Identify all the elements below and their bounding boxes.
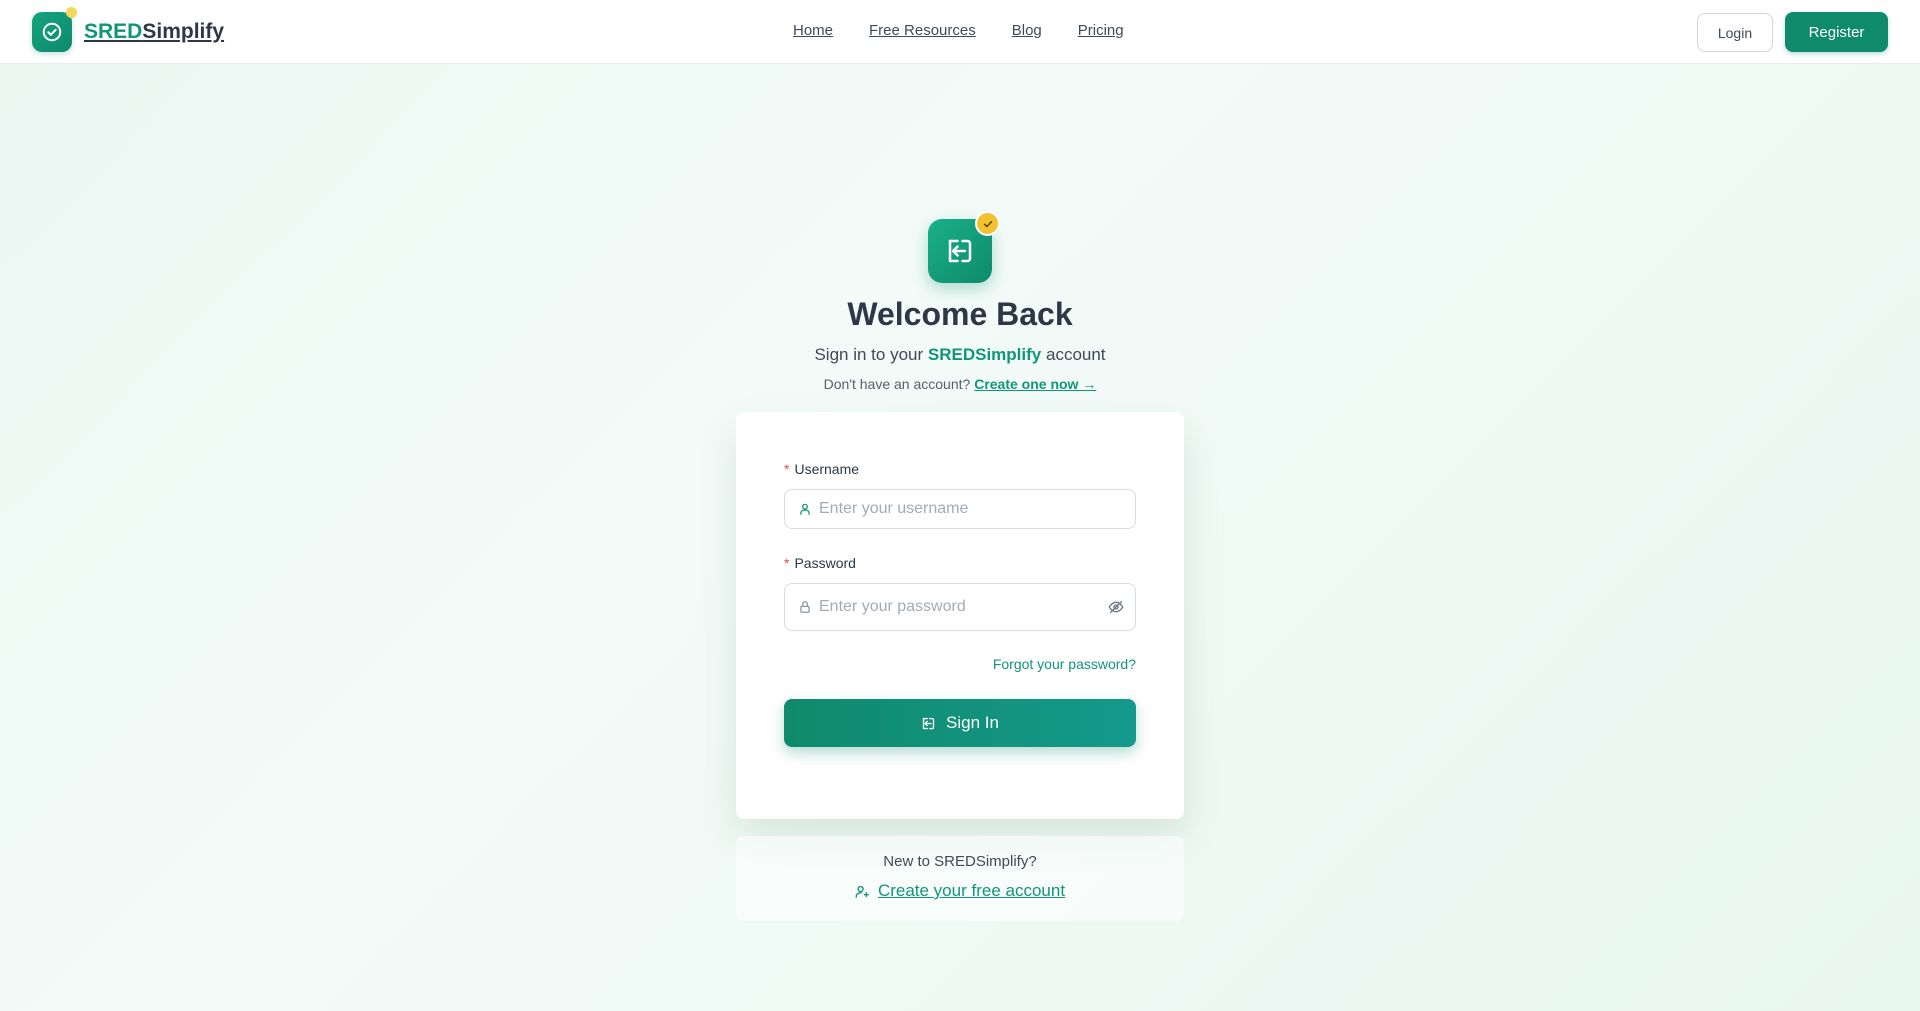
login-button[interactable]: Login	[1697, 13, 1773, 52]
new-user-panel: New to SREDSimplify? Create your free ac…	[736, 836, 1184, 921]
login-card: *Username *Password Forgot	[736, 412, 1184, 819]
create-free-account-link[interactable]: Create your free account	[736, 881, 1184, 901]
username-label: * Username	[784, 461, 860, 477]
check-icon	[975, 211, 1000, 236]
lock-icon	[798, 600, 812, 614]
nav-free-resources[interactable]: Free Resources	[869, 22, 976, 39]
sign-in-button[interactable]: Sign In	[784, 699, 1136, 747]
user-plus-icon	[855, 884, 870, 899]
page-subtitle: Sign in to your SREDSimplify account	[814, 345, 1106, 364]
eye-off-icon[interactable]	[1108, 599, 1124, 615]
forgot-password-link[interactable]: Forgot your password?	[993, 656, 1136, 672]
brand-logo-link[interactable]: SREDSimplify	[32, 7, 224, 52]
sign-in-button-icon	[921, 716, 936, 731]
page-title: Welcome Back	[847, 296, 1073, 332]
username-field[interactable]	[784, 489, 1136, 529]
create-account-link[interactable]: Create one now →	[974, 376, 1096, 392]
nav-pricing[interactable]: Pricing	[1078, 22, 1124, 39]
logo-check-icon	[32, 7, 77, 52]
user-icon	[798, 502, 812, 516]
sign-in-button-label: Sign In	[946, 713, 999, 732]
password-field[interactable]	[784, 583, 1136, 631]
password-label: * Password	[784, 555, 856, 571]
top-navbar: SREDSimplify Home Free Resources Blog Pr…	[0, 0, 1920, 64]
password-input[interactable]	[819, 598, 1089, 616]
new-user-question: New to SREDSimplify?	[883, 853, 1037, 870]
nav-blog[interactable]: Blog	[1012, 22, 1042, 39]
signup-prompt: Don't have an account? Create one now →	[823, 376, 1097, 392]
nav-home[interactable]: Home	[793, 22, 833, 39]
create-free-account-label: Create your free account	[877, 881, 1066, 900]
main-nav: Home Free Resources Blog Pricing	[793, 22, 1124, 39]
username-input[interactable]	[819, 500, 1089, 518]
brand-name[interactable]: SREDSimplify	[84, 20, 224, 44]
logo-dot	[66, 7, 77, 18]
register-button[interactable]: Register	[1785, 12, 1888, 52]
